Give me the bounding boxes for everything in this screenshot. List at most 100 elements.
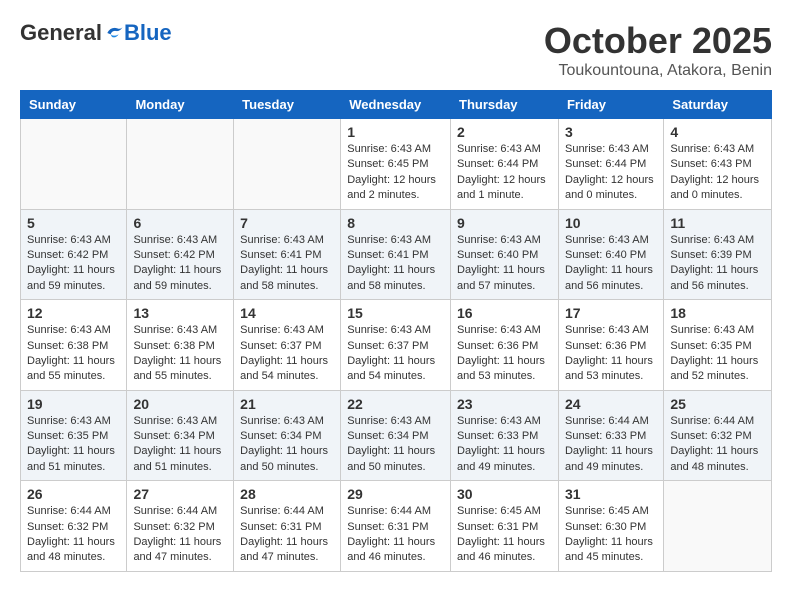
day-info: Sunrise: 6:45 AM Sunset: 6:30 PM Dayligh… [565,504,657,566]
day-number: 13 [133,305,227,321]
calendar-cell-2-5: 17 Sunrise: 6:43 AM Sunset: 6:36 PM Dayli… [558,300,663,391]
day-number: 19 [27,396,120,412]
day-info: Sunrise: 6:43 AM Sunset: 6:34 PM Dayligh… [133,414,227,476]
day-info: Sunrise: 6:43 AM Sunset: 6:33 PM Dayligh… [457,414,552,476]
calendar-cell-1-2: 7 Sunrise: 6:43 AM Sunset: 6:41 PM Daylig… [234,209,341,300]
calendar-cell-4-4: 30 Sunrise: 6:45 AM Sunset: 6:31 PM Dayli… [451,481,559,572]
week-row-2: 5 Sunrise: 6:43 AM Sunset: 6:42 PM Daylig… [21,209,772,300]
day-info: Sunrise: 6:43 AM Sunset: 6:34 PM Dayligh… [240,414,334,476]
header-friday: Friday [558,91,663,119]
day-number: 18 [670,305,765,321]
day-number: 11 [670,215,765,231]
calendar-cell-2-1: 13 Sunrise: 6:43 AM Sunset: 6:38 PM Dayli… [127,300,234,391]
day-number: 15 [347,305,444,321]
calendar-cell-4-2: 28 Sunrise: 6:44 AM Sunset: 6:31 PM Dayli… [234,481,341,572]
day-number: 20 [133,396,227,412]
calendar-cell-3-4: 23 Sunrise: 6:43 AM Sunset: 6:33 PM Dayli… [451,390,559,481]
day-info: Sunrise: 6:43 AM Sunset: 6:40 PM Dayligh… [565,233,657,295]
day-number: 10 [565,215,657,231]
day-info: Sunrise: 6:43 AM Sunset: 6:37 PM Dayligh… [240,323,334,385]
day-number: 31 [565,486,657,502]
day-number: 2 [457,124,552,140]
calendar-cell-0-2 [234,119,341,210]
week-row-3: 12 Sunrise: 6:43 AM Sunset: 6:38 PM Dayli… [21,300,772,391]
calendar-table: Sunday Monday Tuesday Wednesday Thursday… [20,90,772,572]
day-number: 17 [565,305,657,321]
day-number: 21 [240,396,334,412]
day-number: 5 [27,215,120,231]
week-row-1: 1 Sunrise: 6:43 AM Sunset: 6:45 PM Daylig… [21,119,772,210]
title-section: October 2025 Toukountouna, Atakora, Beni… [544,20,772,80]
calendar-cell-0-1 [127,119,234,210]
day-number: 30 [457,486,552,502]
calendar-cell-0-0 [21,119,127,210]
day-info: Sunrise: 6:44 AM Sunset: 6:32 PM Dayligh… [27,504,120,566]
day-info: Sunrise: 6:43 AM Sunset: 6:35 PM Dayligh… [670,323,765,385]
calendar-cell-3-2: 21 Sunrise: 6:43 AM Sunset: 6:34 PM Dayli… [234,390,341,481]
day-number: 29 [347,486,444,502]
day-info: Sunrise: 6:43 AM Sunset: 6:42 PM Dayligh… [133,233,227,295]
header-wednesday: Wednesday [341,91,451,119]
calendar-cell-4-0: 26Sunrise: 6:44 AM Sunset: 6:32 PM Dayli… [21,481,127,572]
day-number: 24 [565,396,657,412]
calendar-cell-1-0: 5 Sunrise: 6:43 AM Sunset: 6:42 PM Daylig… [21,209,127,300]
calendar-cell-0-6: 4Sunrise: 6:43 AM Sunset: 6:43 PM Daylig… [664,119,772,210]
calendar-cell-1-1: 6Sunrise: 6:43 AM Sunset: 6:42 PM Daylig… [127,209,234,300]
day-number: 3 [565,124,657,140]
calendar-cell-0-4: 2 Sunrise: 6:43 AM Sunset: 6:44 PM Daylig… [451,119,559,210]
month-title: October 2025 [544,20,772,62]
day-info: Sunrise: 6:44 AM Sunset: 6:32 PM Dayligh… [133,504,227,566]
calendar-cell-1-4: 9Sunrise: 6:43 AM Sunset: 6:40 PM Daylig… [451,209,559,300]
day-info: Sunrise: 6:44 AM Sunset: 6:31 PM Dayligh… [347,504,444,566]
day-info: Sunrise: 6:43 AM Sunset: 6:39 PM Dayligh… [670,233,765,295]
calendar-cell-2-2: 14 Sunrise: 6:43 AM Sunset: 6:37 PM Dayli… [234,300,341,391]
day-number: 14 [240,305,334,321]
day-info: Sunrise: 6:43 AM Sunset: 6:43 PM Dayligh… [670,142,765,204]
calendar-cell-3-5: 24 Sunrise: 6:44 AM Sunset: 6:33 PM Dayli… [558,390,663,481]
logo-bird-icon [104,23,124,43]
day-info: Sunrise: 6:43 AM Sunset: 6:37 PM Dayligh… [347,323,444,385]
logo-general-text: General [20,20,102,46]
day-info: Sunrise: 6:43 AM Sunset: 6:44 PM Dayligh… [457,142,552,204]
week-row-4: 19 Sunrise: 6:43 AM Sunset: 6:35 PM Dayli… [21,390,772,481]
calendar-cell-1-5: 10 Sunrise: 6:43 AM Sunset: 6:40 PM Dayli… [558,209,663,300]
day-info: Sunrise: 6:43 AM Sunset: 6:34 PM Dayligh… [347,414,444,476]
calendar-cell-3-3: 22Sunrise: 6:43 AM Sunset: 6:34 PM Dayli… [341,390,451,481]
day-number: 16 [457,305,552,321]
day-number: 28 [240,486,334,502]
calendar-cell-2-3: 15 Sunrise: 6:43 AM Sunset: 6:37 PM Dayli… [341,300,451,391]
calendar-cell-2-0: 12 Sunrise: 6:43 AM Sunset: 6:38 PM Dayli… [21,300,127,391]
day-info: Sunrise: 6:44 AM Sunset: 6:33 PM Dayligh… [565,414,657,476]
calendar-cell-1-3: 8 Sunrise: 6:43 AM Sunset: 6:41 PM Daylig… [341,209,451,300]
day-number: 7 [240,215,334,231]
calendar-cell-4-5: 31 Sunrise: 6:45 AM Sunset: 6:30 PM Dayli… [558,481,663,572]
day-info: Sunrise: 6:45 AM Sunset: 6:31 PM Dayligh… [457,504,552,566]
week-row-5: 26Sunrise: 6:44 AM Sunset: 6:32 PM Dayli… [21,481,772,572]
day-info: Sunrise: 6:43 AM Sunset: 6:38 PM Dayligh… [27,323,120,385]
day-number: 27 [133,486,227,502]
day-number: 1 [347,124,444,140]
day-number: 23 [457,396,552,412]
day-info: Sunrise: 6:43 AM Sunset: 6:44 PM Dayligh… [565,142,657,204]
day-info: Sunrise: 6:43 AM Sunset: 6:45 PM Dayligh… [347,142,444,204]
day-info: Sunrise: 6:43 AM Sunset: 6:41 PM Dayligh… [347,233,444,295]
header-sunday: Sunday [21,91,127,119]
location-subtitle: Toukountouna, Atakora, Benin [544,62,772,80]
day-number: 8 [347,215,444,231]
calendar-cell-3-1: 20 Sunrise: 6:43 AM Sunset: 6:34 PM Dayli… [127,390,234,481]
day-number: 12 [27,305,120,321]
calendar-cell-3-6: 25Sunrise: 6:44 AM Sunset: 6:32 PM Dayli… [664,390,772,481]
logo-blue-text: Blue [124,20,172,46]
day-info: Sunrise: 6:43 AM Sunset: 6:35 PM Dayligh… [27,414,120,476]
calendar-cell-4-3: 29 Sunrise: 6:44 AM Sunset: 6:31 PM Dayli… [341,481,451,572]
day-info: Sunrise: 6:43 AM Sunset: 6:36 PM Dayligh… [565,323,657,385]
header-saturday: Saturday [664,91,772,119]
day-info: Sunrise: 6:43 AM Sunset: 6:40 PM Dayligh… [457,233,552,295]
day-info: Sunrise: 6:43 AM Sunset: 6:36 PM Dayligh… [457,323,552,385]
header-thursday: Thursday [451,91,559,119]
day-info: Sunrise: 6:43 AM Sunset: 6:42 PM Dayligh… [27,233,120,295]
day-info: Sunrise: 6:43 AM Sunset: 6:38 PM Dayligh… [133,323,227,385]
day-info: Sunrise: 6:43 AM Sunset: 6:41 PM Dayligh… [240,233,334,295]
calendar-cell-0-3: 1 Sunrise: 6:43 AM Sunset: 6:45 PM Daylig… [341,119,451,210]
day-info: Sunrise: 6:44 AM Sunset: 6:31 PM Dayligh… [240,504,334,566]
